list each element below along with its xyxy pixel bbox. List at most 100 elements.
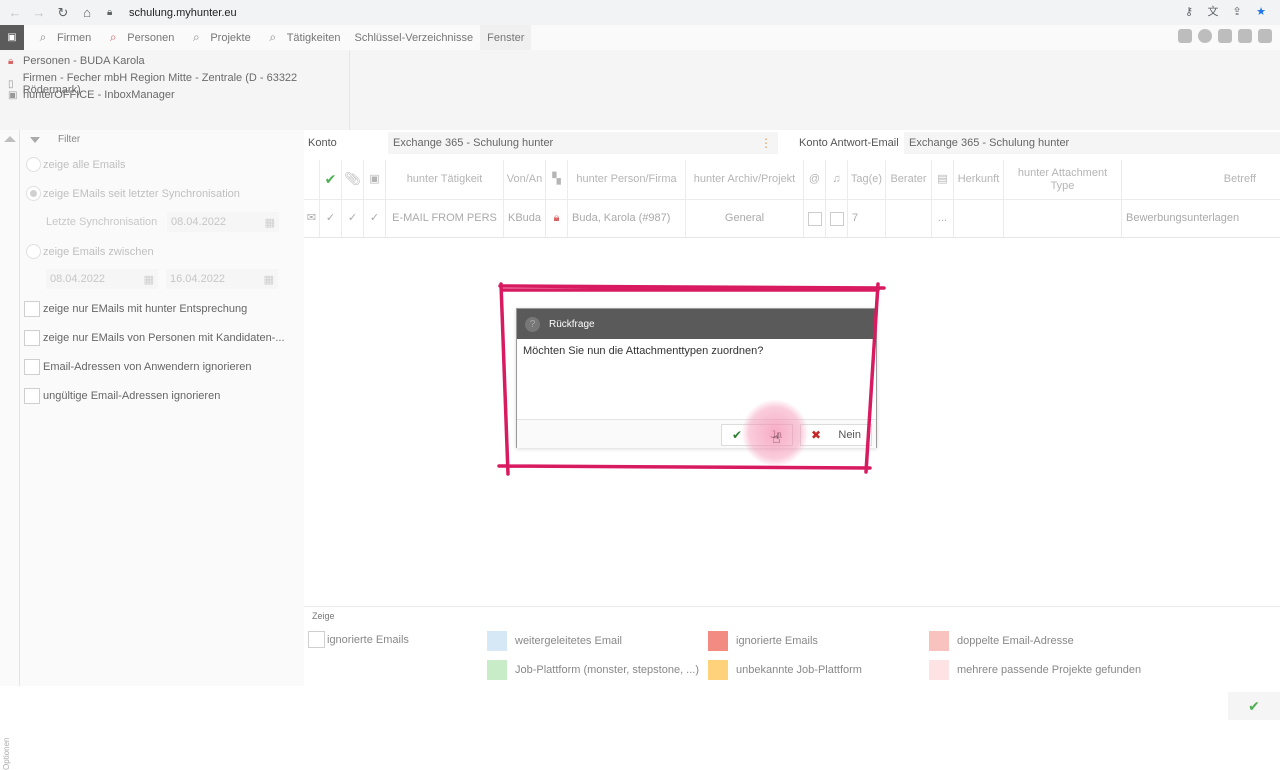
check-hunter-match[interactable]: zeige nur EMails mit hunter Entsprechung [24, 301, 247, 317]
star-icon[interactable]: ★ [1254, 4, 1268, 18]
calendar-icon[interactable]: ▦ [265, 216, 275, 229]
header-betreff[interactable]: Betreff [1122, 160, 1280, 199]
bell-header-icon[interactable]: ♫ [826, 160, 848, 199]
home-icon[interactable]: ⌂ [75, 1, 99, 25]
yes-button[interactable]: ✔ Ja [721, 424, 793, 446]
legend-item: doppelte Email-Adresse [929, 631, 1074, 651]
recent-item-person[interactable]: 🔒︎ Personen - BUDA Karola [8, 55, 145, 67]
check-candidate-persons[interactable]: zeige nur EMails von Personen mit Kandid… [24, 330, 285, 346]
forward-icon[interactable]: → [27, 1, 51, 25]
activity-search-icon: ⌕ [269, 30, 277, 44]
no-button[interactable]: ✖ Nein [800, 424, 872, 446]
header-person[interactable]: hunter Person/Firma [568, 160, 686, 199]
menu-firmen[interactable]: ⌕ Firmen [28, 25, 98, 50]
collapse-up-icon[interactable] [4, 136, 16, 142]
cell-tage[interactable]: 7 [848, 200, 886, 237]
legend-label: doppelte Email-Adresse [957, 635, 1074, 647]
back-icon[interactable]: ← [3, 1, 27, 25]
header-archiv[interactable]: hunter Archiv/Projekt [686, 160, 804, 199]
checkbox[interactable] [24, 388, 40, 404]
check-ignore-user-addresses[interactable]: Email-Adressen von Anwendern ignorieren [24, 359, 252, 375]
radio-button[interactable] [26, 157, 41, 172]
share-icon[interactable]: ⇪ [1230, 4, 1244, 18]
checkbox[interactable] [807, 211, 822, 226]
checkbox[interactable] [829, 211, 844, 226]
hand-cursor-icon: ☝ [772, 430, 781, 446]
address-bar[interactable]: 🔒︎ schulung.myhunter.eu [103, 2, 1273, 23]
calendar-icon[interactable]: ▦ [144, 273, 154, 286]
help-icon[interactable] [1198, 29, 1212, 43]
check-icon[interactable]: ✓ [342, 200, 364, 237]
stats-icon[interactable] [1218, 29, 1232, 43]
dialog-title-bar: ? Rückfrage [517, 309, 876, 339]
from-date[interactable]: 08.04.2022 ▦ [46, 269, 158, 289]
radio-since-sync[interactable]: zeige EMails seit letzter Synchronisatio… [26, 186, 240, 201]
cell-vonan[interactable]: KBuda [504, 200, 546, 237]
to-date[interactable]: 16.04.2022 ▦ [166, 269, 278, 289]
legend-swatch[interactable] [308, 631, 325, 648]
check-icon[interactable]: ✓ [364, 200, 386, 237]
check-header-icon[interactable]: ✔ [320, 160, 342, 199]
check-icon[interactable]: ✓ [320, 200, 342, 237]
cell-person[interactable]: Buda, Karola (#987) [568, 200, 686, 237]
menu-schluessel-verzeichnisse[interactable]: Schlüssel-Verzeichnisse [348, 25, 481, 50]
cell-herkunft[interactable] [954, 200, 1004, 237]
legend-swatch [487, 660, 507, 680]
cell-attachment-type[interactable] [1004, 200, 1122, 237]
document-header-icon[interactable]: ▤ [932, 160, 954, 199]
header-attachment-type[interactable]: hunter Attachment Type [1004, 160, 1122, 199]
person-header-icon[interactable]: ▚ [546, 160, 568, 199]
filter-header[interactable]: Filter [30, 134, 80, 145]
radio-all-emails[interactable]: zeige alle Emails [26, 157, 126, 172]
cell-archiv[interactable]: General [686, 200, 804, 237]
checkbox[interactable] [24, 330, 40, 346]
menu-label: Fenster [487, 31, 525, 44]
legend-item[interactable]: ignorierte Emails [308, 631, 409, 648]
checkbox[interactable] [24, 359, 40, 375]
reload-icon[interactable]: ↻ [51, 1, 75, 25]
more-vertical-icon[interactable]: ⋮ [760, 136, 772, 150]
attachment-header-icon[interactable]: 📎︎ [342, 160, 364, 199]
menu-personen[interactable]: ⌕ Personen [98, 25, 181, 50]
cell-berater[interactable] [886, 200, 932, 237]
last-sync-date[interactable]: 08.04.2022 ▦ [167, 212, 279, 232]
person-search-icon: ⌕ [109, 30, 117, 44]
key-icon[interactable]: ⚷ [1182, 4, 1196, 18]
filter-title: Filter [58, 134, 81, 145]
checkbox[interactable] [24, 301, 40, 317]
legend-label: ignorierte Emails [327, 633, 409, 646]
collapse-strip[interactable]: Optionen [0, 130, 20, 770]
url-text: schulung.myhunter.eu [129, 6, 237, 19]
cell-at-checkbox[interactable] [804, 200, 826, 237]
calendar-icon[interactable]: ▦ [264, 273, 274, 286]
header-taetigkeit[interactable]: hunter Tätigkeit [386, 160, 504, 199]
user-icon[interactable] [1258, 29, 1272, 43]
header-vonan[interactable]: Von/An [504, 160, 546, 199]
check-ignore-invalid[interactable]: ungültige Email-Adressen ignorieren [24, 388, 220, 404]
recent-item-inbox[interactable]: ▣ hunterOFFICE - InboxManager [8, 89, 175, 101]
panel-icon[interactable] [1238, 29, 1252, 43]
header-tage[interactable]: Tag(e) [848, 160, 886, 199]
cell-bell-checkbox[interactable] [826, 200, 848, 237]
radio-button[interactable] [26, 186, 41, 201]
menu-projekte[interactable]: ⌕ Projekte [181, 25, 257, 50]
radio-between[interactable]: zeige Emails zwischen [26, 244, 154, 259]
table-row[interactable]: ✉ ✓ ✓ ✓ E-MAIL FROM PERS KBuda 🔒︎ Buda, … [304, 200, 1280, 238]
calendar-check-header-icon[interactable]: ▣ [364, 160, 386, 199]
menu-taetigkeiten[interactable]: ⌕ Tätigkeiten [258, 25, 348, 50]
confirm-check-icon[interactable]: ✔ [1228, 692, 1280, 720]
header-herkunft[interactable]: Herkunft [954, 160, 1004, 199]
cell-betreff[interactable]: Bewerbungsunterlagen [1122, 200, 1280, 237]
cell-taetigkeit[interactable]: E-MAIL FROM PERS [386, 200, 504, 237]
konto-select[interactable]: Exchange 365 - Schulung hunter [388, 132, 778, 154]
menu-fenster[interactable]: Fenster [480, 25, 532, 50]
menu-label: Tätigkeiten [286, 31, 341, 44]
translate-icon[interactable]: 文 [1206, 4, 1220, 18]
header-berater[interactable]: Berater [886, 160, 932, 199]
chat-icon[interactable] [1178, 29, 1192, 43]
at-header-icon[interactable]: @ [804, 160, 826, 199]
radio-button[interactable] [26, 244, 41, 259]
app-logo-icon[interactable]: ▣ [0, 25, 24, 50]
antwort-select[interactable]: Exchange 365 - Schulung hunter [904, 132, 1280, 154]
cell-dots[interactable]: ... [932, 200, 954, 237]
